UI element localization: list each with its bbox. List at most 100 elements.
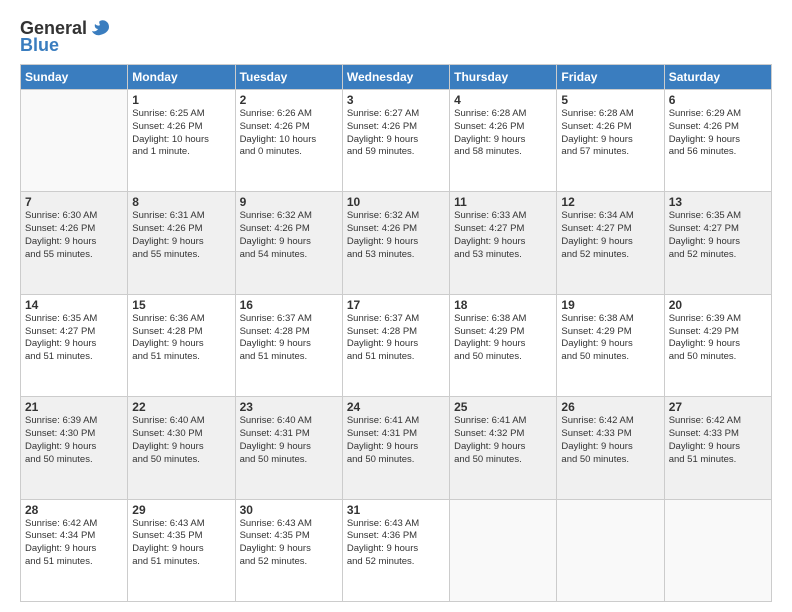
day-number: 20 <box>669 298 767 312</box>
day-number: 4 <box>454 93 552 107</box>
day-info: Sunrise: 6:26 AM Sunset: 4:26 PM Dayligh… <box>240 108 338 159</box>
calendar-cell: 26Sunrise: 6:42 AM Sunset: 4:33 PM Dayli… <box>557 397 664 499</box>
calendar-week-row: 1Sunrise: 6:25 AM Sunset: 4:26 PM Daylig… <box>21 90 772 192</box>
calendar-cell: 3Sunrise: 6:27 AM Sunset: 4:26 PM Daylig… <box>342 90 449 192</box>
calendar-cell: 9Sunrise: 6:32 AM Sunset: 4:26 PM Daylig… <box>235 192 342 294</box>
day-number: 6 <box>669 93 767 107</box>
day-info: Sunrise: 6:32 AM Sunset: 4:26 PM Dayligh… <box>347 210 445 261</box>
day-info: Sunrise: 6:28 AM Sunset: 4:26 PM Dayligh… <box>454 108 552 159</box>
calendar-cell <box>21 90 128 192</box>
logo: General Blue <box>20 18 111 56</box>
day-info: Sunrise: 6:38 AM Sunset: 4:29 PM Dayligh… <box>454 313 552 364</box>
calendar-header-tuesday: Tuesday <box>235 65 342 90</box>
day-number: 1 <box>132 93 230 107</box>
day-info: Sunrise: 6:34 AM Sunset: 4:27 PM Dayligh… <box>561 210 659 261</box>
calendar-cell: 1Sunrise: 6:25 AM Sunset: 4:26 PM Daylig… <box>128 90 235 192</box>
calendar-header-row: SundayMondayTuesdayWednesdayThursdayFrid… <box>21 65 772 90</box>
day-info: Sunrise: 6:40 AM Sunset: 4:31 PM Dayligh… <box>240 415 338 466</box>
calendar-cell: 30Sunrise: 6:43 AM Sunset: 4:35 PM Dayli… <box>235 499 342 601</box>
day-number: 10 <box>347 195 445 209</box>
day-number: 13 <box>669 195 767 209</box>
day-info: Sunrise: 6:27 AM Sunset: 4:26 PM Dayligh… <box>347 108 445 159</box>
day-info: Sunrise: 6:43 AM Sunset: 4:35 PM Dayligh… <box>240 518 338 569</box>
day-number: 22 <box>132 400 230 414</box>
day-info: Sunrise: 6:39 AM Sunset: 4:29 PM Dayligh… <box>669 313 767 364</box>
day-number: 23 <box>240 400 338 414</box>
day-number: 21 <box>25 400 123 414</box>
calendar-cell: 22Sunrise: 6:40 AM Sunset: 4:30 PM Dayli… <box>128 397 235 499</box>
logo-blue: Blue <box>20 35 59 56</box>
day-number: 26 <box>561 400 659 414</box>
day-number: 17 <box>347 298 445 312</box>
logo-bird-icon <box>89 19 111 39</box>
calendar-cell: 4Sunrise: 6:28 AM Sunset: 4:26 PM Daylig… <box>450 90 557 192</box>
day-info: Sunrise: 6:31 AM Sunset: 4:26 PM Dayligh… <box>132 210 230 261</box>
calendar-cell: 13Sunrise: 6:35 AM Sunset: 4:27 PM Dayli… <box>664 192 771 294</box>
calendar-header-monday: Monday <box>128 65 235 90</box>
day-number: 9 <box>240 195 338 209</box>
day-number: 2 <box>240 93 338 107</box>
calendar-cell: 27Sunrise: 6:42 AM Sunset: 4:33 PM Dayli… <box>664 397 771 499</box>
day-info: Sunrise: 6:35 AM Sunset: 4:27 PM Dayligh… <box>25 313 123 364</box>
calendar-cell: 6Sunrise: 6:29 AM Sunset: 4:26 PM Daylig… <box>664 90 771 192</box>
calendar-cell: 21Sunrise: 6:39 AM Sunset: 4:30 PM Dayli… <box>21 397 128 499</box>
day-info: Sunrise: 6:38 AM Sunset: 4:29 PM Dayligh… <box>561 313 659 364</box>
calendar-cell: 18Sunrise: 6:38 AM Sunset: 4:29 PM Dayli… <box>450 294 557 396</box>
day-number: 15 <box>132 298 230 312</box>
calendar-header-saturday: Saturday <box>664 65 771 90</box>
day-number: 16 <box>240 298 338 312</box>
calendar-cell: 20Sunrise: 6:39 AM Sunset: 4:29 PM Dayli… <box>664 294 771 396</box>
calendar-cell: 15Sunrise: 6:36 AM Sunset: 4:28 PM Dayli… <box>128 294 235 396</box>
day-number: 31 <box>347 503 445 517</box>
day-info: Sunrise: 6:25 AM Sunset: 4:26 PM Dayligh… <box>132 108 230 159</box>
calendar-cell: 24Sunrise: 6:41 AM Sunset: 4:31 PM Dayli… <box>342 397 449 499</box>
day-info: Sunrise: 6:36 AM Sunset: 4:28 PM Dayligh… <box>132 313 230 364</box>
day-info: Sunrise: 6:29 AM Sunset: 4:26 PM Dayligh… <box>669 108 767 159</box>
calendar-cell: 12Sunrise: 6:34 AM Sunset: 4:27 PM Dayli… <box>557 192 664 294</box>
calendar-header-wednesday: Wednesday <box>342 65 449 90</box>
header: General Blue <box>20 18 772 56</box>
day-info: Sunrise: 6:32 AM Sunset: 4:26 PM Dayligh… <box>240 210 338 261</box>
day-info: Sunrise: 6:43 AM Sunset: 4:35 PM Dayligh… <box>132 518 230 569</box>
day-info: Sunrise: 6:33 AM Sunset: 4:27 PM Dayligh… <box>454 210 552 261</box>
calendar-week-row: 14Sunrise: 6:35 AM Sunset: 4:27 PM Dayli… <box>21 294 772 396</box>
day-info: Sunrise: 6:42 AM Sunset: 4:34 PM Dayligh… <box>25 518 123 569</box>
day-info: Sunrise: 6:42 AM Sunset: 4:33 PM Dayligh… <box>669 415 767 466</box>
calendar-cell <box>450 499 557 601</box>
day-info: Sunrise: 6:30 AM Sunset: 4:26 PM Dayligh… <box>25 210 123 261</box>
calendar-cell <box>664 499 771 601</box>
day-info: Sunrise: 6:42 AM Sunset: 4:33 PM Dayligh… <box>561 415 659 466</box>
day-info: Sunrise: 6:28 AM Sunset: 4:26 PM Dayligh… <box>561 108 659 159</box>
calendar-cell: 23Sunrise: 6:40 AM Sunset: 4:31 PM Dayli… <box>235 397 342 499</box>
day-number: 8 <box>132 195 230 209</box>
day-info: Sunrise: 6:37 AM Sunset: 4:28 PM Dayligh… <box>240 313 338 364</box>
calendar-cell: 14Sunrise: 6:35 AM Sunset: 4:27 PM Dayli… <box>21 294 128 396</box>
day-number: 12 <box>561 195 659 209</box>
calendar-cell: 29Sunrise: 6:43 AM Sunset: 4:35 PM Dayli… <box>128 499 235 601</box>
calendar-cell: 25Sunrise: 6:41 AM Sunset: 4:32 PM Dayli… <box>450 397 557 499</box>
day-number: 25 <box>454 400 552 414</box>
calendar-header-thursday: Thursday <box>450 65 557 90</box>
calendar-cell: 17Sunrise: 6:37 AM Sunset: 4:28 PM Dayli… <box>342 294 449 396</box>
calendar-cell: 7Sunrise: 6:30 AM Sunset: 4:26 PM Daylig… <box>21 192 128 294</box>
day-number: 30 <box>240 503 338 517</box>
calendar-week-row: 28Sunrise: 6:42 AM Sunset: 4:34 PM Dayli… <box>21 499 772 601</box>
calendar-cell: 19Sunrise: 6:38 AM Sunset: 4:29 PM Dayli… <box>557 294 664 396</box>
calendar-cell: 2Sunrise: 6:26 AM Sunset: 4:26 PM Daylig… <box>235 90 342 192</box>
calendar-table: SundayMondayTuesdayWednesdayThursdayFrid… <box>20 64 772 602</box>
day-info: Sunrise: 6:35 AM Sunset: 4:27 PM Dayligh… <box>669 210 767 261</box>
day-number: 11 <box>454 195 552 209</box>
calendar-header-sunday: Sunday <box>21 65 128 90</box>
day-number: 3 <box>347 93 445 107</box>
calendar-cell <box>557 499 664 601</box>
day-info: Sunrise: 6:41 AM Sunset: 4:32 PM Dayligh… <box>454 415 552 466</box>
day-number: 28 <box>25 503 123 517</box>
calendar-week-row: 21Sunrise: 6:39 AM Sunset: 4:30 PM Dayli… <box>21 397 772 499</box>
day-number: 27 <box>669 400 767 414</box>
day-number: 7 <box>25 195 123 209</box>
day-number: 5 <box>561 93 659 107</box>
day-number: 29 <box>132 503 230 517</box>
calendar-cell: 11Sunrise: 6:33 AM Sunset: 4:27 PM Dayli… <box>450 192 557 294</box>
calendar-cell: 16Sunrise: 6:37 AM Sunset: 4:28 PM Dayli… <box>235 294 342 396</box>
day-number: 14 <box>25 298 123 312</box>
